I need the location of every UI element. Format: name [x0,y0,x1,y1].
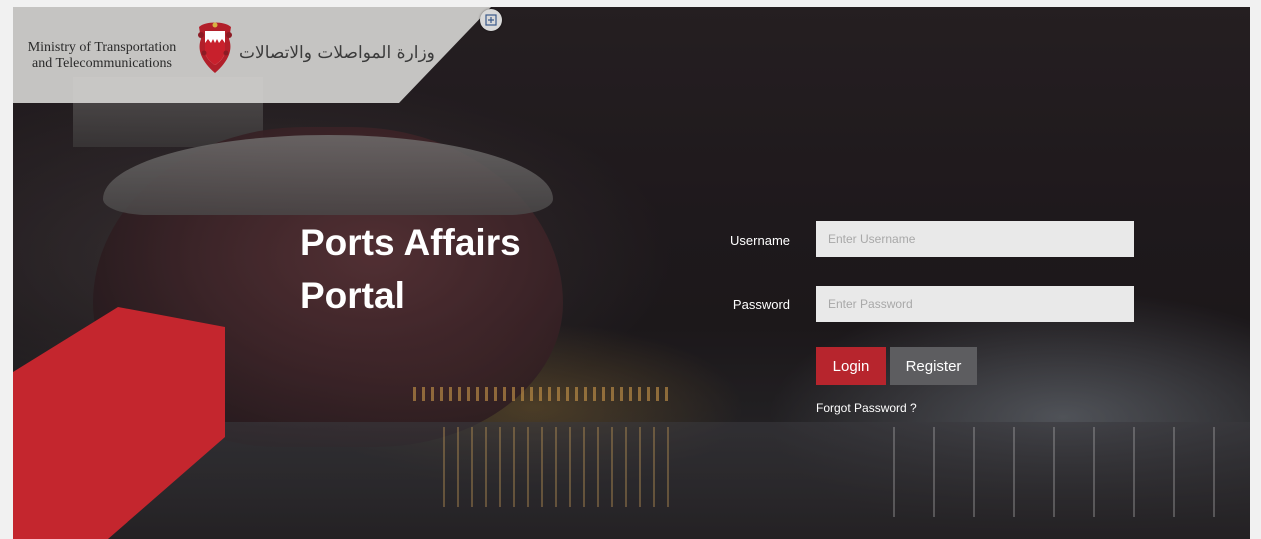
login-button[interactable]: Login [816,347,886,385]
bahrain-emblem-icon [198,22,232,73]
username-label: Username [730,233,790,248]
page-title: Ports Affairs Portal [300,216,521,322]
login-page: Ministry of Transportation and Telecommu… [13,7,1250,539]
page-title-line2: Portal [300,275,405,316]
expand-icon [485,14,497,26]
expand-button[interactable] [480,9,502,31]
password-label: Password [732,297,790,312]
register-button[interactable]: Register [890,347,977,385]
ministry-name-arabic: وزارة المواصلات والاتصالات [239,43,435,63]
username-input[interactable] [816,221,1134,257]
ministry-name-english: Ministry of Transportation and Telecommu… [27,40,177,71]
forgot-password-link[interactable]: Forgot Password ? [816,401,917,415]
page-title-line1: Ports Affairs [300,222,521,263]
password-input[interactable] [816,286,1134,322]
